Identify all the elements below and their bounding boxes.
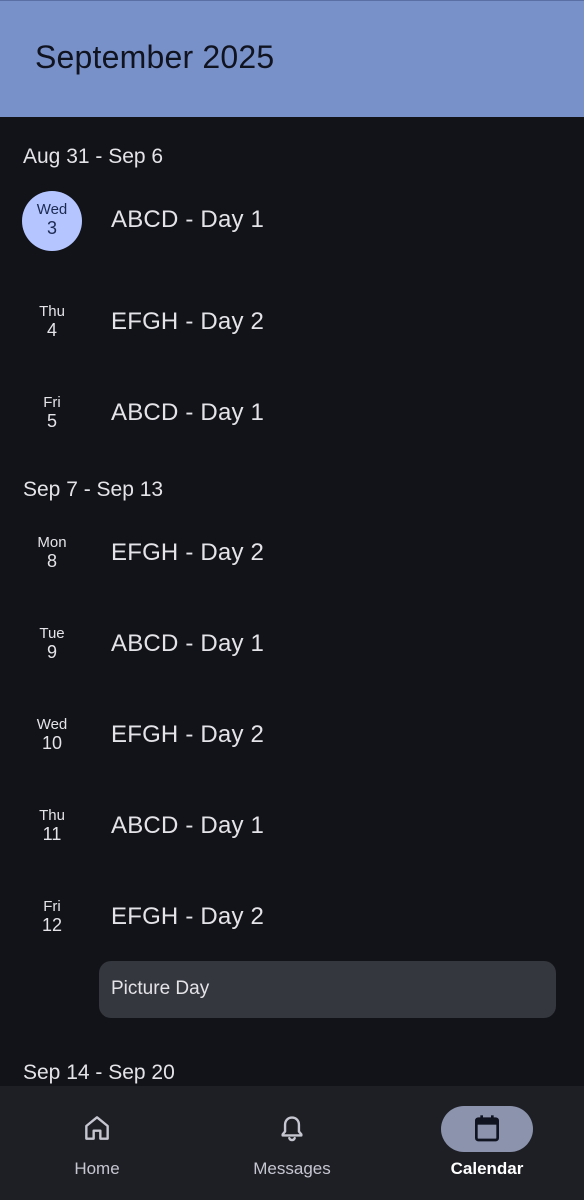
date-badge: Tue 9 <box>22 615 82 675</box>
event-card-label: Picture Day <box>111 978 210 999</box>
day-of-week: Wed <box>36 201 68 218</box>
day-of-week: Fri <box>43 394 61 411</box>
calendar-icon <box>475 1115 499 1142</box>
calendar-list[interactable]: Aug 31 - Sep 6 Wed 3 ABCD - Day 1 Thu 4 … <box>0 117 584 1086</box>
nav-label: Messages <box>253 1159 331 1178</box>
day-of-month: 12 <box>41 915 63 935</box>
week-header: Sep 14 - Sep 20 <box>23 1061 175 1084</box>
day-of-week: Wed <box>36 716 68 733</box>
day-of-month: 10 <box>41 733 63 753</box>
day-of-week: Thu <box>39 303 65 320</box>
app-bar: September 2025 <box>0 0 584 117</box>
day-of-week: Tue <box>39 625 65 642</box>
nav-label: Calendar <box>450 1159 524 1178</box>
day-of-month: 11 <box>42 824 62 844</box>
home-icon <box>85 1116 109 1140</box>
page-title: September 2025 <box>35 39 275 75</box>
date-badge-selected: Wed 3 <box>22 191 82 251</box>
date-badge: Fri 5 <box>22 384 82 444</box>
day-row[interactable]: Wed 10 EFGH - Day 2 <box>0 706 584 766</box>
day-row[interactable]: Wed 3 ABCD - Day 1 <box>0 191 584 251</box>
date-badge: Fri 12 <box>22 888 82 948</box>
bell-icon <box>281 1116 303 1142</box>
day-row[interactable]: Fri 5 ABCD - Day 1 <box>0 384 584 444</box>
day-row[interactable]: Mon 8 EFGH - Day 2 <box>0 524 584 584</box>
date-badge: Wed 10 <box>22 706 82 766</box>
day-of-week: Mon <box>37 534 67 551</box>
day-of-month: 8 <box>46 551 57 571</box>
event-title: EFGH - Day 2 <box>111 539 265 566</box>
day-of-month: 9 <box>46 642 57 662</box>
week-header: Sep 7 - Sep 13 <box>23 478 164 501</box>
event-title: ABCD - Day 1 <box>111 399 265 426</box>
day-of-month: 5 <box>46 411 57 431</box>
date-badge: Mon 8 <box>22 524 82 584</box>
event-title: EFGH - Day 2 <box>111 721 265 748</box>
day-row[interactable]: Thu 4 EFGH - Day 2 <box>0 293 584 353</box>
event-card[interactable]: Picture Day <box>99 961 556 1018</box>
day-row[interactable]: Tue 9 ABCD - Day 1 <box>0 615 584 675</box>
date-badge: Thu 4 <box>22 293 82 353</box>
event-title: EFGH - Day 2 <box>111 903 265 930</box>
day-of-month: 4 <box>46 320 57 340</box>
date-badge: Thu 11 <box>22 797 82 857</box>
event-title: ABCD - Day 1 <box>111 812 265 839</box>
day-of-month: 3 <box>46 218 57 238</box>
nav-label: Home <box>74 1159 120 1178</box>
event-title: ABCD - Day 1 <box>111 630 265 657</box>
day-row[interactable]: Thu 11 ABCD - Day 1 <box>0 797 584 857</box>
week-header: Aug 31 - Sep 6 <box>23 145 164 168</box>
day-row[interactable]: Fri 12 EFGH - Day 2 <box>0 888 584 948</box>
day-of-week: Fri <box>43 898 61 915</box>
day-of-week: Thu <box>39 807 65 824</box>
event-title: ABCD - Day 1 <box>111 206 265 233</box>
nav-item-home[interactable]: Home <box>0 1086 194 1200</box>
nav-item-calendar[interactable]: Calendar <box>390 1086 584 1200</box>
bottom-navigation: Home Messages Calendar <box>0 1086 584 1200</box>
nav-item-messages[interactable]: Messages <box>195 1086 389 1200</box>
event-title: EFGH - Day 2 <box>111 308 265 335</box>
